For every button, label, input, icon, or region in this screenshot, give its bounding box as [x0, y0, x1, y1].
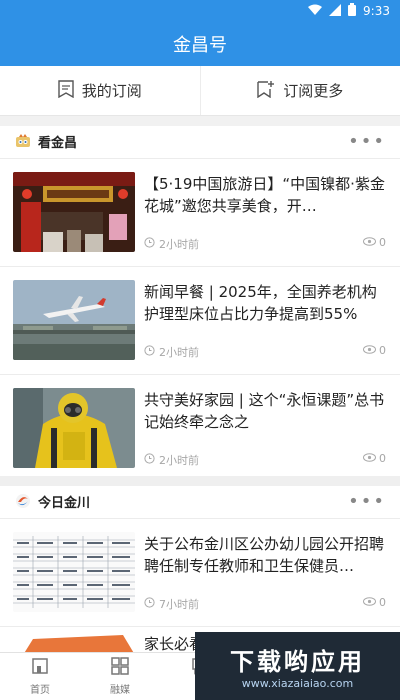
news-time-text: 2小时前	[159, 346, 199, 359]
eye-icon	[363, 596, 376, 609]
tab-my-subscriptions[interactable]: 我的订阅	[0, 66, 200, 115]
channel-section-jinchuan: 今日金川 ••• 关于公布金川区公办幼儿园公开招聘聘任制专任教师和卫生保健员… …	[0, 486, 400, 652]
news-time: 2小时前	[144, 344, 199, 360]
news-views: 0	[363, 344, 386, 357]
home-icon	[31, 657, 49, 678]
eye-icon	[363, 236, 376, 249]
news-views: 0	[363, 236, 386, 249]
news-item[interactable]: 新闻早餐 | 2025年，全国养老机构护理型床位占比力争提高到55% 2小时前 …	[0, 266, 400, 374]
section-header: 今日金川 •••	[0, 486, 400, 516]
clock-icon	[144, 237, 155, 251]
subscription-icon	[58, 79, 74, 102]
watermark-url: www.xiazaiaiao.com	[241, 677, 354, 690]
news-views: 0	[363, 452, 386, 465]
news-views-count: 0	[379, 596, 386, 609]
news-time: 2小时前	[144, 452, 199, 468]
tab-more-subscriptions[interactable]: 订阅更多	[199, 66, 400, 115]
wifi-icon	[308, 4, 323, 19]
eye-icon	[363, 452, 376, 465]
channel-logo-icon	[14, 492, 32, 510]
app-title: 金昌号	[173, 35, 227, 56]
section-title: 今日金川	[38, 495, 91, 511]
news-time-text: 7小时前	[159, 598, 199, 611]
signal-icon	[329, 3, 342, 19]
news-views-count: 0	[379, 344, 386, 357]
news-title: 【5·19中国旅游日】“中国镍都·紫金花城”邀您共享美食，开…	[144, 175, 385, 215]
more-options-icon[interactable]: •••	[348, 131, 386, 152]
news-time: 7小时前	[144, 596, 199, 612]
news-time: 2小时前	[144, 236, 199, 252]
channel-section-kanjinchang: 看金昌 ••• 【5·19中国旅游日】“中国镍都·紫金花城”邀您共享美食，开…	[0, 126, 400, 476]
subscription-tabs: 我的订阅 订阅更多	[0, 66, 400, 116]
news-item[interactable]: 共守美好家园 | 这个“永恒课题”总书记始终牵之念之 2小时前 0	[0, 374, 400, 482]
clock-icon	[144, 597, 155, 611]
news-title: 共守美好家园 | 这个“永恒课题”总书记始终牵之念之	[144, 391, 385, 431]
news-item[interactable]: 【5·19中国旅游日】“中国镍都·紫金花城”邀您共享美食，开… 2小时前 0	[0, 158, 400, 266]
news-time-text: 2小时前	[159, 454, 199, 467]
nav-label: 首页	[30, 685, 50, 696]
news-thumbnail	[13, 280, 135, 360]
section-title: 看金昌	[38, 135, 78, 151]
clock-icon	[144, 345, 155, 359]
more-options-icon[interactable]: •••	[348, 491, 386, 512]
status-bar: 9:33	[0, 0, 400, 22]
clock-icon	[144, 453, 155, 467]
watermark: 下载哟应用 www.xiazaiaiao.com	[195, 632, 400, 700]
news-time-text: 2小时前	[159, 238, 199, 251]
eye-icon	[363, 344, 376, 357]
watermark-title: 下载哟应用	[230, 648, 365, 676]
battery-icon	[348, 3, 357, 19]
news-title: 关于公布金川区公办幼儿园公开招聘聘任制专任教师和卫生保健员…	[144, 535, 385, 575]
nav-media[interactable]: 融媒	[80, 653, 160, 700]
nav-home[interactable]: 首页	[0, 653, 80, 700]
section-header: 看金昌 •••	[0, 126, 400, 156]
nav-label: 融媒	[110, 685, 130, 696]
news-views-count: 0	[379, 236, 386, 249]
news-thumbnail	[13, 172, 135, 252]
media-icon	[111, 657, 129, 678]
status-time: 9:33	[363, 4, 390, 18]
news-views: 0	[363, 596, 386, 609]
app-title-bar: 金昌号	[0, 22, 400, 66]
news-title: 新闻早餐 | 2025年，全国养老机构护理型床位占比力争提高到55%	[144, 283, 377, 323]
divider	[0, 116, 400, 126]
tab-label: 订阅更多	[283, 82, 344, 100]
tab-label: 我的订阅	[81, 82, 142, 100]
news-thumbnail	[13, 532, 135, 612]
news-item[interactable]: 关于公布金川区公办幼儿园公开招聘聘任制专任教师和卫生保健员… 7小时前 0	[0, 518, 400, 626]
add-subscription-icon	[257, 80, 275, 102]
news-thumbnail	[13, 635, 135, 652]
news-thumbnail	[13, 388, 135, 468]
channel-logo-icon	[14, 132, 32, 150]
news-views-count: 0	[379, 452, 386, 465]
